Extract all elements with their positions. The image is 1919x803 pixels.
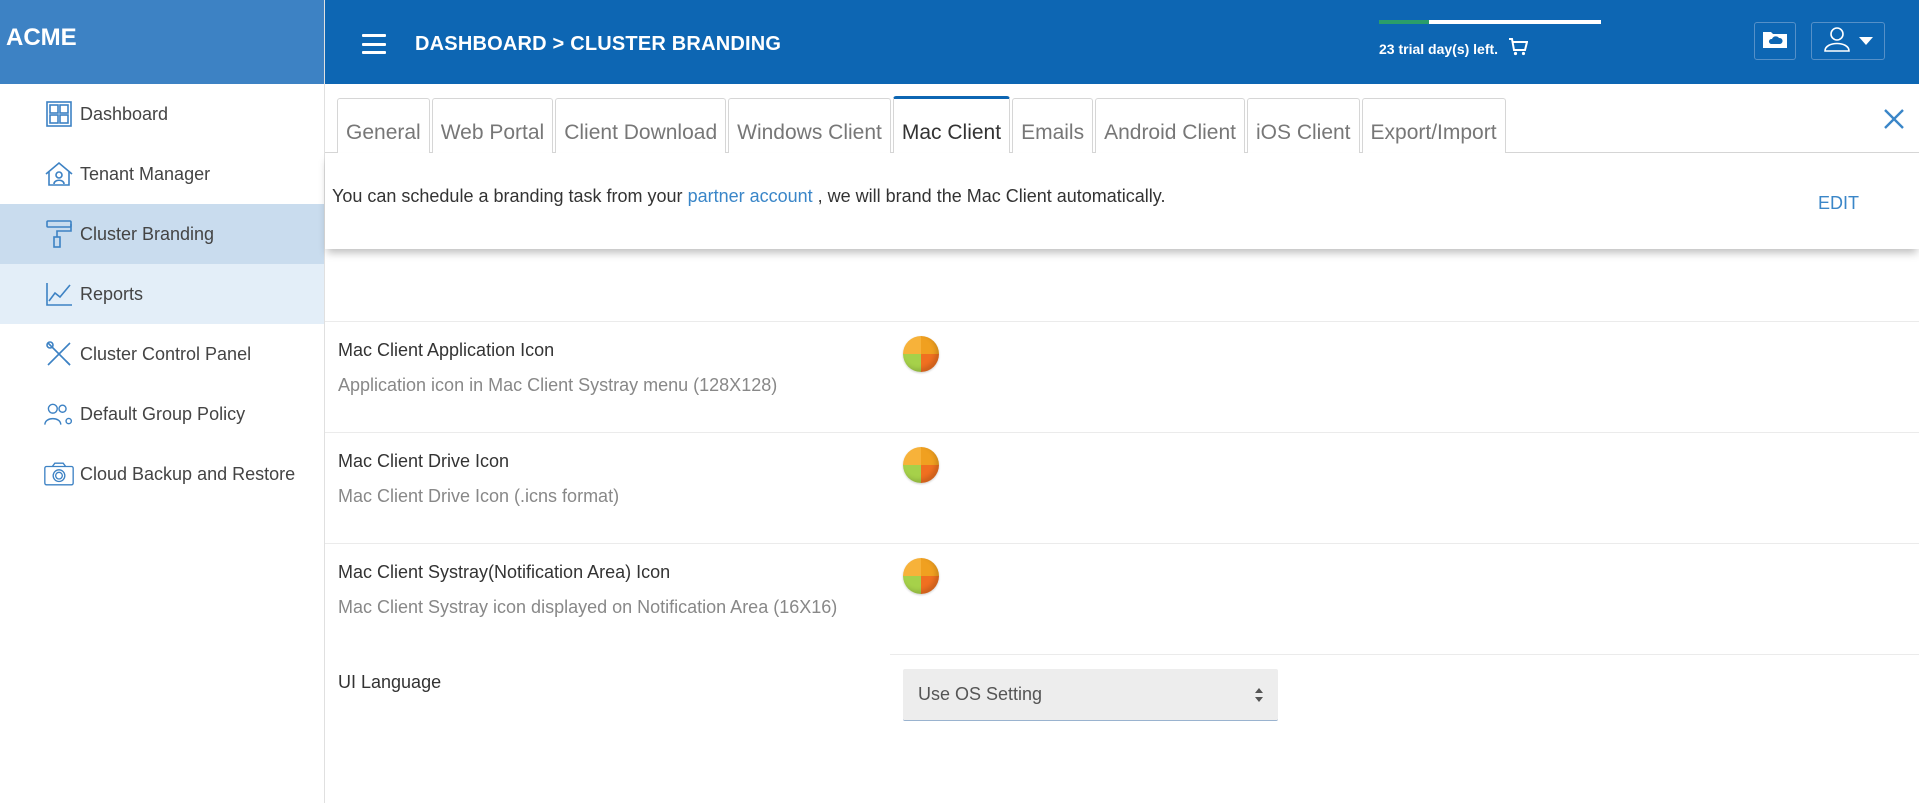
setting-subtitle: Mac Client Drive Icon (.icns format) — [338, 486, 620, 506]
row-divider — [890, 654, 1919, 655]
breadcrumb: DASHBOARD > CLUSTER BRANDING — [415, 33, 782, 55]
tab-general[interactable]: General — [337, 98, 430, 154]
user-icon — [1823, 26, 1853, 57]
sidebar-item-label: Cloud Backup and Restore — [80, 463, 296, 484]
sidebar-item-cluster-control-panel[interactable]: Cluster Control Panel — [0, 324, 324, 384]
edit-button[interactable]: EDIT — [1818, 193, 1859, 214]
tab-bar: General Web Portal Client Download Windo… — [337, 96, 1508, 154]
sidebar-item-label: Dashboard — [80, 103, 169, 124]
partner-account-link[interactable]: partner account — [688, 186, 813, 206]
camera-icon — [44, 459, 74, 489]
paint-roller-icon — [44, 219, 74, 249]
trial-days-text: 23 trial day(s) left. — [1379, 40, 1499, 57]
ui-language-value: Use OS Setting — [918, 684, 1043, 704]
info-message: You can schedule a branding task from yo… — [332, 186, 1165, 207]
tab-export-import[interactable]: Export/Import — [1361, 98, 1506, 154]
top-header: DASHBOARD > CLUSTER BRANDING 23 trial da… — [325, 0, 1919, 84]
sidebar-item-default-group-policy[interactable]: Default Group Policy — [0, 384, 324, 444]
hamburger-menu-icon[interactable] — [362, 34, 386, 54]
dashboard-grid-icon — [44, 99, 74, 129]
systray-icon-preview[interactable] — [903, 558, 939, 594]
brand-logo: ACME — [0, 0, 324, 84]
sidebar-item-cluster-branding[interactable]: Cluster Branding — [0, 204, 324, 264]
sidebar-item-reports[interactable]: Reports — [0, 264, 324, 324]
row-divider — [325, 543, 1919, 544]
setting-ui-language: UI Language — [338, 672, 441, 693]
chevron-down-icon — [1859, 32, 1873, 50]
drive-icon-preview[interactable] — [903, 447, 939, 483]
sidebar-item-label: Tenant Manager — [80, 163, 211, 184]
setting-title: Mac Client Systray(Notification Area) Ic… — [338, 562, 671, 582]
setting-title: UI Language — [338, 672, 442, 692]
cloud-folder-button[interactable] — [1754, 22, 1796, 60]
info-text-after: , we will brand the Mac Client automatic… — [812, 186, 1166, 206]
tab-web-portal[interactable]: Web Portal — [431, 98, 554, 154]
setting-title: Mac Client Drive Icon — [338, 451, 510, 471]
sidebar-item-tenant-manager[interactable]: Tenant Manager — [0, 144, 324, 204]
setting-subtitle: Mac Client Systray icon displayed on Not… — [338, 597, 838, 617]
row-divider — [325, 432, 1919, 433]
setting-title: Mac Client Application Icon — [338, 340, 555, 360]
row-divider — [325, 321, 1919, 322]
setting-drive-icon: Mac Client Drive Icon Mac Client Drive I… — [338, 451, 619, 507]
sidebar: ACME Dashboard Tenant Manager Cluster Br… — [0, 0, 325, 803]
setting-subtitle: Application icon in Mac Client Systray m… — [338, 375, 778, 395]
info-text-before: You can schedule a branding task from yo… — [332, 186, 688, 206]
sidebar-item-label: Reports — [80, 283, 144, 304]
trial-progress-bar — [1379, 20, 1601, 24]
trial-status: 23 trial day(s) left. — [1379, 20, 1601, 59]
sidebar-item-label: Default Group Policy — [80, 403, 246, 424]
sidebar-item-label: Cluster Branding — [80, 223, 215, 244]
sidebar-item-cloud-backup-restore[interactable]: Cloud Backup and Restore — [0, 444, 324, 504]
ui-language-select[interactable]: Use OS Setting — [903, 669, 1278, 721]
close-icon[interactable] — [1883, 108, 1907, 132]
setting-app-icon: Mac Client Application Icon Application … — [338, 340, 777, 396]
sidebar-item-label: Cluster Control Panel — [80, 343, 252, 364]
users-gear-icon — [44, 399, 74, 429]
tenant-house-icon — [44, 159, 74, 189]
tab-client-download[interactable]: Client Download — [555, 98, 727, 154]
setting-systray-icon: Mac Client Systray(Notification Area) Ic… — [338, 562, 837, 618]
info-card: You can schedule a branding task from yo… — [325, 153, 1919, 249]
tools-icon — [44, 339, 74, 369]
tab-emails[interactable]: Emails — [1012, 98, 1094, 154]
app-icon-preview[interactable] — [903, 336, 939, 372]
line-chart-icon — [44, 279, 74, 309]
tab-mac-client[interactable]: Mac Client — [892, 96, 1011, 154]
sidebar-item-dashboard[interactable]: Dashboard — [0, 84, 324, 144]
user-menu-button[interactable] — [1811, 22, 1885, 60]
tab-ios-client[interactable]: iOS Client — [1246, 98, 1360, 154]
cloud-folder-icon — [1762, 29, 1788, 54]
tab-windows-client[interactable]: Windows Client — [728, 98, 891, 154]
cart-icon[interactable] — [1508, 38, 1529, 59]
select-arrows-icon — [1254, 686, 1264, 704]
tab-android-client[interactable]: Android Client — [1095, 98, 1245, 154]
